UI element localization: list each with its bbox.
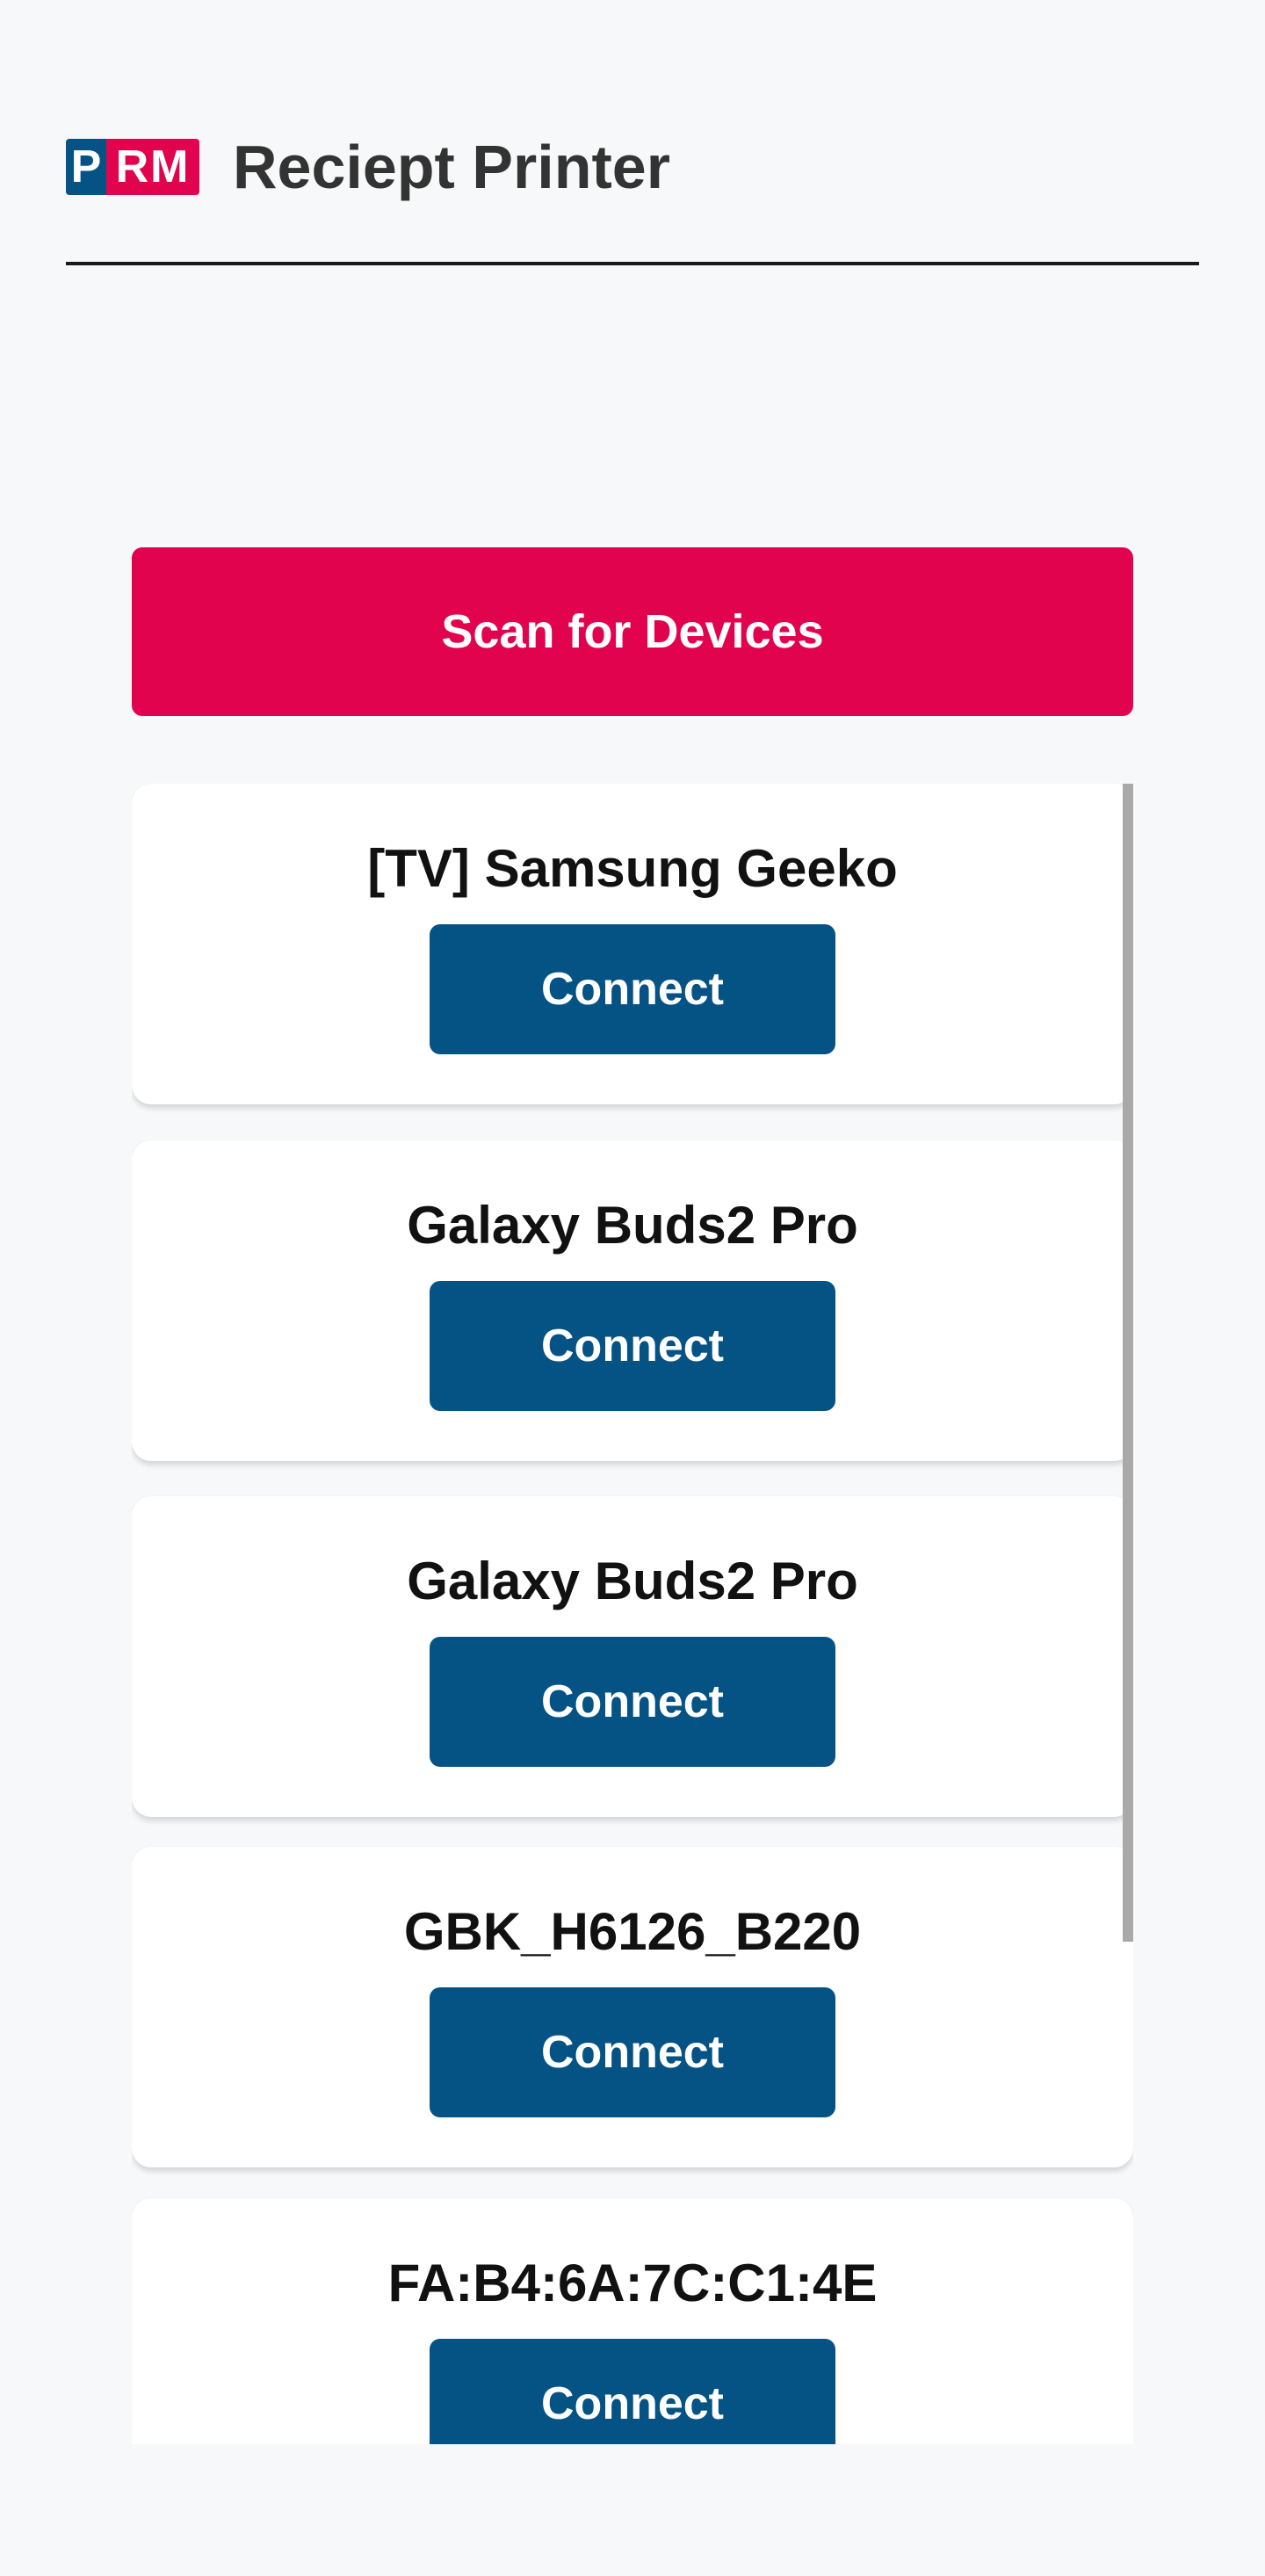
logo-p: P [66,139,106,195]
device-name: [TV] Samsung Geeko [367,839,898,898]
connect-button[interactable]: Connect [430,2339,835,2444]
prm-logo: P RM [66,139,199,195]
device-card: [TV] Samsung Geeko Connect [132,784,1133,1104]
connect-button[interactable]: Connect [430,1637,835,1767]
device-name: Galaxy Buds2 Pro [407,1552,858,1610]
connect-button[interactable]: Connect [430,1281,835,1411]
device-name: FA:B4:6A:7C:C1:4E [387,2254,878,2312]
connect-button[interactable]: Connect [430,924,835,1054]
device-name: GBK_H6126_B220 [403,1902,862,1961]
device-card: FA:B4:6A:7C:C1:4E Connect [132,2198,1133,2444]
header-divider [66,262,1199,265]
scan-for-devices-button[interactable]: Scan for Devices [132,547,1133,716]
page-title: Reciept Printer [233,133,670,201]
list-scrollbar[interactable] [1123,784,1133,1942]
logo-rm: RM [106,139,199,195]
device-card: GBK_H6126_B220 Connect [132,1847,1133,2167]
app-header: P RM Reciept Printer [66,132,1199,202]
connect-button[interactable]: Connect [430,1987,835,2117]
device-list[interactable]: [TV] Samsung Geeko Connect Galaxy Buds2 … [132,784,1133,2444]
device-card: Galaxy Buds2 Pro Connect [132,1140,1133,1461]
device-card: Galaxy Buds2 Pro Connect [132,1496,1133,1817]
device-name: Galaxy Buds2 Pro [407,1196,858,1255]
